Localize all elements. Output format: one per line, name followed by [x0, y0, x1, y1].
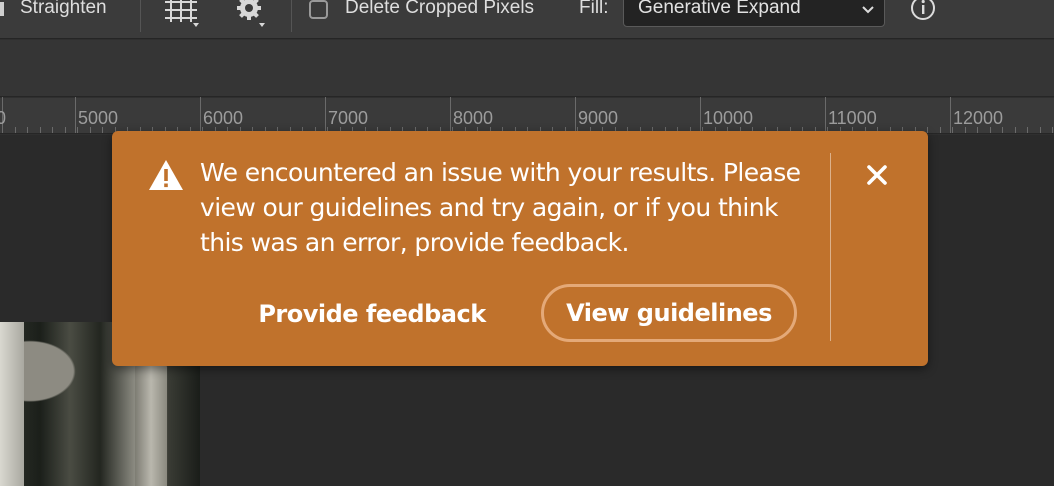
- close-button[interactable]: [859, 159, 895, 195]
- ruler-minor-tick: [1052, 127, 1053, 133]
- ruler-label: 0: [0, 108, 7, 128]
- ruler-minor-tick: [940, 127, 941, 133]
- document-tab-bar: [0, 40, 1054, 97]
- ruler-label: 11000: [828, 108, 877, 128]
- toast-message: We encountered an issue with your result…: [200, 158, 801, 257]
- ruler-major-tick: [75, 97, 76, 133]
- error-toast: We encountered an issue with your result…: [112, 131, 928, 366]
- ruler-minor-tick: [965, 127, 966, 133]
- ruler-label: 6000: [203, 108, 244, 128]
- ruler-minor-tick: [52, 127, 53, 133]
- ruler-major-tick: [950, 97, 951, 133]
- ruler-major-tick: [700, 97, 701, 133]
- chevron-down-icon: [860, 2, 876, 23]
- ruler-label: 5000: [78, 108, 119, 128]
- ruler-minor-tick: [977, 127, 978, 133]
- ruler-label: 9000: [578, 108, 619, 128]
- options-bar: Straighten Delete Cropped Pixels Fill: G…: [0, 0, 1054, 39]
- fill-dropdown-value: Generative Expand: [638, 0, 801, 18]
- fill-label: Fill:: [579, 0, 609, 18]
- ruler-label: 7000: [328, 108, 369, 128]
- image-detail: [0, 322, 24, 486]
- horizontal-ruler[interactable]: 0 5000 6000 7000 8000 9000 10000 11000 1…: [0, 97, 1054, 134]
- ruler-label: 12000: [953, 108, 1004, 128]
- ruler-minor-tick: [1027, 127, 1028, 133]
- ruler-minor-tick: [1040, 127, 1041, 133]
- ruler-major-tick: [325, 97, 326, 133]
- ruler-minor-tick: [952, 127, 953, 133]
- straighten-label[interactable]: Straighten: [20, 0, 107, 19]
- ruler-minor-tick: [77, 127, 78, 133]
- ruler-label: 8000: [453, 108, 494, 128]
- toolbar-divider: [140, 0, 141, 32]
- info-icon[interactable]: [909, 0, 937, 29]
- provide-feedback-button[interactable]: Provide feedback: [252, 286, 492, 342]
- fill-dropdown[interactable]: Generative Expand: [623, 0, 885, 27]
- ruler-minor-tick: [1015, 127, 1016, 133]
- grid-overlay-icon[interactable]: [163, 0, 201, 33]
- close-icon: [866, 164, 888, 191]
- ruler-major-tick: [450, 97, 451, 133]
- delete-cropped-checkbox[interactable]: [309, 0, 328, 19]
- ruler-minor-tick: [65, 127, 66, 133]
- ruler-minor-tick: [40, 127, 41, 133]
- gear-icon[interactable]: [234, 0, 268, 35]
- ruler-minor-tick: [102, 127, 103, 133]
- image-detail: [135, 362, 167, 486]
- toast-divider: [830, 153, 831, 341]
- ruler-major-tick: [200, 97, 201, 133]
- ruler-minor-tick: [27, 127, 28, 133]
- delete-cropped-label[interactable]: Delete Cropped Pixels: [345, 0, 534, 19]
- ruler-major-tick: [825, 97, 826, 133]
- ruler-minor-tick: [1002, 127, 1003, 133]
- view-guidelines-button[interactable]: View guidelines: [541, 284, 797, 342]
- toolbar-divider: [291, 0, 292, 32]
- ruler-minor-tick: [90, 127, 91, 133]
- ruler-major-tick: [575, 97, 576, 133]
- warning-icon: [148, 159, 184, 196]
- ruler-minor-tick: [15, 127, 16, 133]
- ruler-label: 10000: [703, 108, 754, 128]
- ruler-minor-tick: [927, 127, 928, 133]
- ruler-minor-tick: [990, 127, 991, 133]
- ruler-minor-tick: [2, 127, 3, 133]
- straighten-icon[interactable]: [0, 2, 4, 16]
